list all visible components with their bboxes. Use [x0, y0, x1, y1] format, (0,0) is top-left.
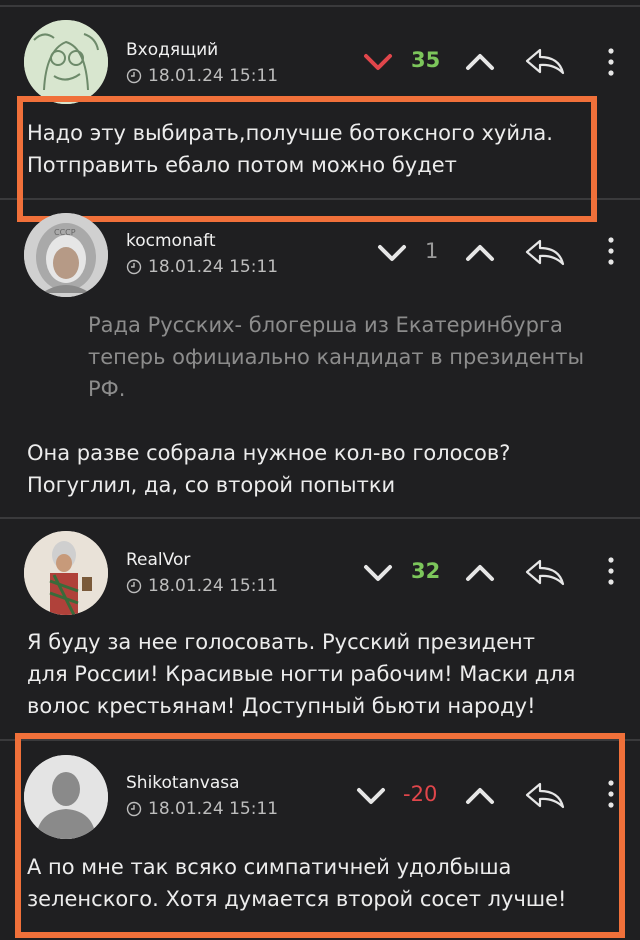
comment-text-line: волос крестьянам! Доступный бьюти народу…: [27, 694, 536, 718]
clock-icon: [126, 259, 142, 275]
comment-3: RealVor 18.01.24 15:11 32 Я буду за нее …: [0, 519, 640, 739]
author-name[interactable]: kocmonaft: [126, 231, 216, 251]
clock-icon: [126, 578, 142, 594]
reply-arrow-icon[interactable]: [524, 237, 566, 267]
avatar[interactable]: [24, 20, 108, 104]
comment-text-line: Я буду за нее голосовать. Русский презид…: [27, 630, 536, 654]
author-name[interactable]: Входящий: [126, 40, 218, 60]
chevron-up-icon[interactable]: [463, 561, 497, 585]
date-text: 18.01.24 15:11: [148, 257, 279, 277]
comment-1: Входящий 18.01.24 15:11 35 Надо эту выби…: [0, 0, 640, 222]
avatar[interactable]: CCCP: [24, 213, 108, 297]
chevron-down-icon[interactable]: [361, 561, 395, 585]
comment-text: Я буду за нее голосовать. Русский презид…: [27, 626, 575, 722]
comment-text-line: для России! Красивые ногти рабочим! Маск…: [27, 662, 576, 686]
reply-arrow-icon[interactable]: [524, 46, 566, 76]
score: 35: [411, 48, 441, 72]
comment-text-line: Она разве собрала нужное кол-во голосов?: [27, 441, 511, 465]
date-text: 18.01.24 15:11: [148, 576, 279, 596]
highlight-box: [15, 733, 625, 938]
quote-line: теперь официально кандидат в президенты: [88, 345, 585, 369]
avatar[interactable]: [24, 531, 108, 615]
comment-2: CCCP kocmonaft 18.01.24 15:11 1 Рада Рус…: [0, 200, 640, 517]
author-name[interactable]: RealVor: [126, 550, 190, 570]
comment-date: 18.01.24 15:11: [126, 66, 278, 86]
comment-date: 18.01.24 15:11: [126, 257, 278, 277]
comment-4: Shikotanvasa 18.01.24 15:11 -20 А по мне…: [0, 733, 640, 940]
quote-line: Рада Русских- блогерша из Екатеринбурга: [88, 313, 563, 337]
quote-line: РФ.: [88, 377, 126, 401]
score: 32: [411, 559, 441, 583]
more-vertical-icon[interactable]: [606, 47, 616, 77]
chevron-down-icon[interactable]: [375, 241, 409, 265]
comment-date: 18.01.24 15:11: [126, 576, 278, 596]
quoted-text: Рада Русских- блогерша из Екатеринбурга …: [88, 309, 608, 405]
more-vertical-icon[interactable]: [606, 236, 616, 266]
comment-text-line: Погуглил, да, со второй попытки: [27, 473, 396, 497]
reply-arrow-icon[interactable]: [524, 557, 566, 587]
clock-icon: [126, 68, 142, 84]
comment-text: Она разве собрала нужное кол-во голосов?…: [27, 437, 510, 501]
chevron-up-icon[interactable]: [463, 50, 497, 74]
chevron-down-icon[interactable]: [361, 50, 395, 74]
score: 1: [425, 239, 439, 263]
chevron-up-icon[interactable]: [463, 241, 497, 265]
date-text: 18.01.24 15:11: [148, 66, 279, 86]
more-vertical-icon[interactable]: [606, 556, 616, 586]
svg-text:CCCP: CCCP: [54, 228, 76, 237]
